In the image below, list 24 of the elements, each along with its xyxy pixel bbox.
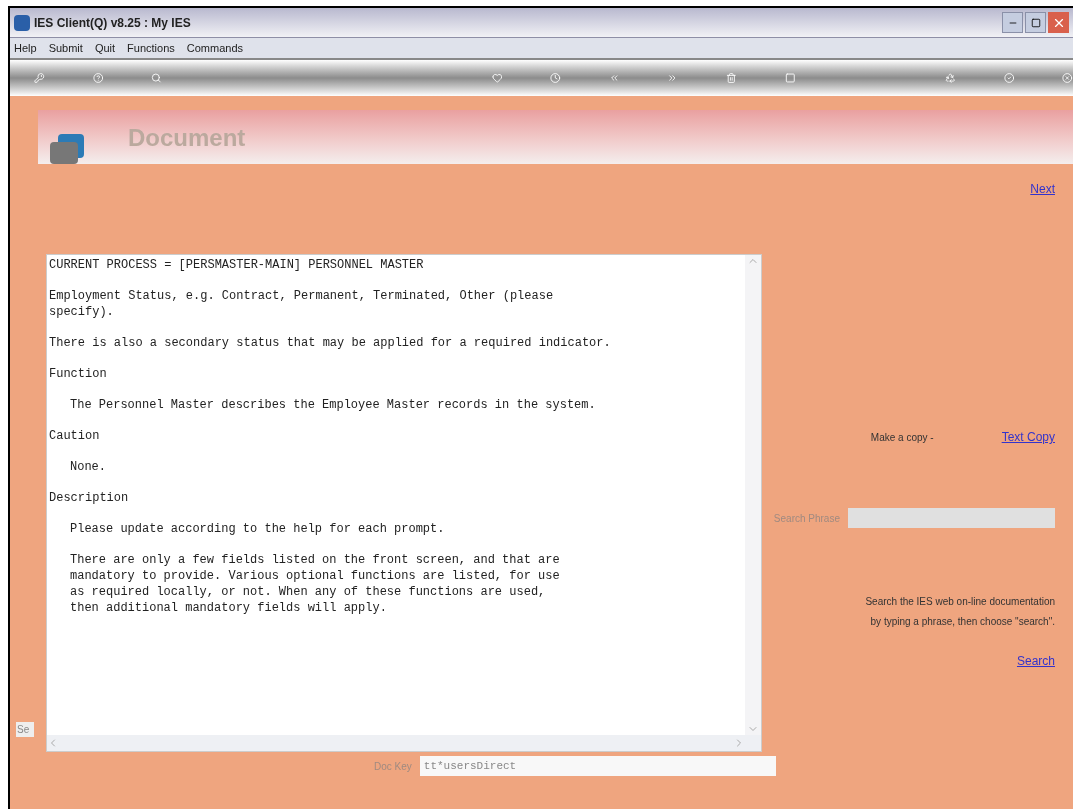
search-link[interactable]: Search (1016, 652, 1055, 670)
horizontal-scrollbar[interactable] (47, 735, 761, 751)
app-icon (14, 14, 30, 31)
next-link[interactable]: Next (1030, 180, 1055, 198)
document-text: CURRENT PROCESS = [PERSMASTER-MAIN] PERSONNEL MASTER Employment Status, e.g. Contract, Permanent, Terminated, Other (please specify). There is also a secondary status that may be applied for a required indicator. Function The Personnel Master describes the Employee Master records in the system. Caution None. Description Please update according to the help for each prompt. There are only a few fields listed on the front screen, and that are mandatory to provide. Various optional functions are listed, for use as required locally, or not. When any of these functions are used, then additional mandatory fields will apply. (48, 257, 612, 617)
doc-key-label: Doc Key (374, 759, 412, 774)
menu-item[interactable]: Submit (48, 39, 83, 57)
menu-item[interactable]: Help (14, 39, 37, 57)
window-title: IES Client(Q) v8.25 : My IES (34, 14, 191, 32)
vertical-scrollbar[interactable] (744, 255, 761, 735)
menu-item[interactable]: Commands (186, 39, 243, 57)
maximize-button[interactable] (1025, 12, 1046, 33)
menu-item[interactable]: Quit (94, 39, 116, 57)
maximize-icon (1030, 17, 1041, 28)
document-icon (50, 134, 84, 164)
text-copy-link[interactable]: Text Copy (1001, 428, 1055, 446)
copy-label: Make a copy - (870, 430, 934, 445)
search-hint: Search the IES web on-line documentation by typing a phrase, then choose "search". (864, 595, 1055, 629)
search-label: Search Phrase (773, 511, 840, 526)
search-field[interactable] (848, 508, 1055, 528)
close-button[interactable] (1048, 12, 1069, 33)
doc-key-field[interactable]: tt*usersDirect (419, 756, 776, 776)
menu-item[interactable]: Functions (127, 39, 175, 57)
minimize-button[interactable] (1002, 12, 1023, 33)
